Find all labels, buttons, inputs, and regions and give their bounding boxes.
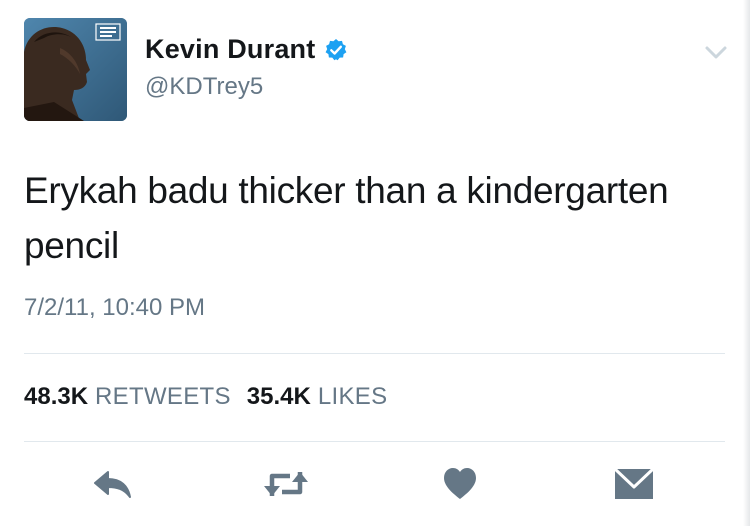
avatar-image	[24, 18, 127, 121]
tweet-text: Erykah badu thicker than a kindergarten …	[24, 170, 669, 266]
retweets-stat[interactable]: 48.3K RETWEETS	[24, 383, 231, 411]
chevron-down-icon[interactable]	[704, 44, 728, 62]
likes-stat[interactable]: 35.4K LIKES	[247, 383, 388, 411]
retweet-button[interactable]	[262, 466, 310, 502]
retweets-count: 48.3K	[24, 383, 89, 410]
likes-count: 35.4K	[246, 383, 311, 410]
direct-message-button[interactable]	[613, 466, 655, 502]
avatar[interactable]	[24, 18, 127, 121]
verified-badge-icon	[326, 38, 347, 60]
display-name[interactable]: Kevin Durant	[145, 34, 315, 65]
envelope-icon	[613, 467, 655, 499]
scrollbar-edge	[743, 0, 750, 526]
heart-icon	[444, 468, 476, 499]
like-button[interactable]	[441, 466, 479, 502]
divider	[24, 441, 725, 442]
tweet-timestamp[interactable]: 7/2/11, 10:40 PM	[24, 294, 205, 322]
likes-label: LIKES	[317, 383, 388, 410]
retweets-label: RETWEETS	[95, 383, 231, 410]
retweet-icon	[264, 472, 308, 496]
author-name-row[interactable]: Kevin Durant	[145, 34, 348, 65]
divider	[24, 353, 725, 354]
tweet-stats: 48.3K RETWEETS 35.4K LIKES	[24, 383, 387, 411]
reply-button[interactable]	[92, 466, 134, 502]
reply-icon	[94, 471, 131, 498]
user-handle[interactable]: @KDTrey5	[145, 73, 263, 101]
